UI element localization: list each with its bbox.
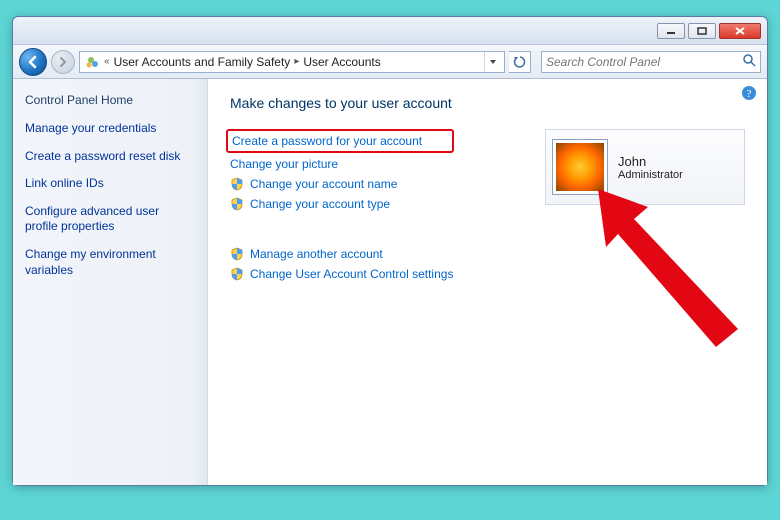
sidebar-item-manage-credentials[interactable]: Manage your credentials <box>25 121 195 137</box>
sidebar: Control Panel Home Manage your credentia… <box>13 79 208 485</box>
chevron-right-icon: ▸ <box>294 56 299 67</box>
link-label[interactable]: Change User Account Control settings <box>250 267 453 281</box>
breadcrumb-prefix: « <box>104 56 110 67</box>
breadcrumb-dropdown[interactable] <box>484 52 500 72</box>
breadcrumb-segment[interactable]: User Accounts <box>303 55 380 69</box>
shield-icon <box>230 197 244 211</box>
navbar: « User Accounts and Family Safety ▸ User… <box>13 45 767 79</box>
link-label[interactable]: Create a password for your account <box>232 134 422 148</box>
window: « User Accounts and Family Safety ▸ User… <box>12 16 768 486</box>
link-uac-settings[interactable]: Change User Account Control settings <box>230 267 745 281</box>
sidebar-heading: Control Panel Home <box>25 93 195 107</box>
sidebar-item-link-online-ids[interactable]: Link online IDs <box>25 176 195 192</box>
titlebar <box>13 17 767 45</box>
refresh-button[interactable] <box>509 51 531 73</box>
link-label[interactable]: Manage another account <box>250 247 383 261</box>
search-icon <box>742 53 756 70</box>
shield-icon <box>230 177 244 191</box>
sidebar-item-env-variables[interactable]: Change my environment variables <box>25 247 195 278</box>
nav-forward-button[interactable] <box>51 50 75 74</box>
avatar-image <box>556 143 604 191</box>
minimize-button[interactable] <box>657 23 685 39</box>
help-icon[interactable]: ? <box>741 85 757 101</box>
sidebar-item-advanced-profile[interactable]: Configure advanced user profile properti… <box>25 204 195 235</box>
user-name: John <box>618 154 683 169</box>
link-label[interactable]: Change your picture <box>230 157 338 171</box>
svg-text:?: ? <box>747 88 752 100</box>
maximize-button[interactable] <box>688 23 716 39</box>
control-panel-icon <box>84 54 100 70</box>
shield-icon <box>230 267 244 281</box>
link-label[interactable]: Change your account type <box>250 197 390 211</box>
nav-back-button[interactable] <box>19 48 47 76</box>
avatar <box>552 139 608 195</box>
breadcrumb[interactable]: « User Accounts and Family Safety ▸ User… <box>79 51 505 73</box>
user-info: John Administrator <box>618 154 683 181</box>
sidebar-item-password-reset-disk[interactable]: Create a password reset disk <box>25 149 195 165</box>
content: Control Panel Home Manage your credentia… <box>13 79 767 485</box>
user-card: John Administrator <box>545 129 745 205</box>
search-box[interactable] <box>541 51 761 73</box>
search-input[interactable] <box>546 55 742 69</box>
link-create-password[interactable]: Create a password for your account <box>226 129 454 153</box>
breadcrumb-segment[interactable]: User Accounts and Family Safety <box>114 55 291 69</box>
shield-icon <box>230 247 244 261</box>
link-manage-another-account[interactable]: Manage another account <box>230 247 745 261</box>
close-button[interactable] <box>719 23 761 39</box>
main-panel: ? Make changes to your user account Crea… <box>208 79 767 485</box>
link-label[interactable]: Change your account name <box>250 177 397 191</box>
page-title: Make changes to your user account <box>230 95 745 111</box>
user-role: Administrator <box>618 169 683 181</box>
